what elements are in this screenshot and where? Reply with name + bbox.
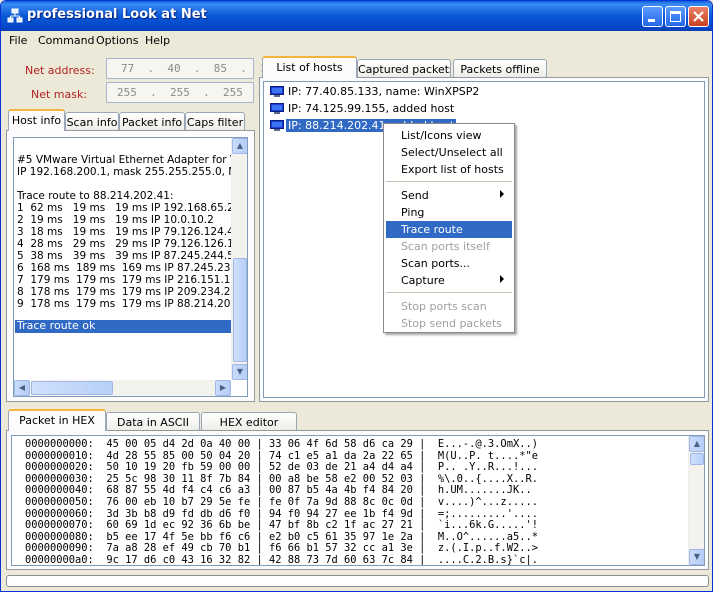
computer-icon: [270, 120, 284, 131]
menu-separator: [386, 181, 512, 182]
scroll-thumb[interactable]: [690, 453, 704, 465]
hex-row[interactable]: 0000000000: 45 00 05 d4 2d 0a 40 00 | 33…: [25, 439, 685, 451]
menu-item-stop-ports-scan: Stop ports scan: [401, 300, 487, 313]
hex-row[interactable]: 00000000a0: 9c 17 d6 c0 43 16 32 82 | 42…: [25, 554, 685, 565]
scroll-up-icon[interactable]: ▲: [232, 138, 247, 154]
menu-item-ping[interactable]: Ping: [386, 204, 512, 221]
host-info-line: #5 VMware Virtual Ethernet Adapter for V…: [17, 154, 233, 166]
menu-item-label: Capture: [401, 274, 445, 287]
scroll-up-icon[interactable]: ▲: [689, 436, 704, 452]
host-info-line: IP 192.168.200.1, mask 255.255.255.0, MA…: [17, 166, 233, 178]
menu-command[interactable]: Command: [38, 34, 95, 47]
maximize-icon: [670, 11, 681, 22]
tab-caps-filter[interactable]: Caps filter: [185, 112, 245, 132]
host-info-vscroll[interactable]: ▲ ▼: [231, 138, 247, 380]
net-mask-field[interactable]: 255 . 255 . 255 . 255: [106, 82, 296, 103]
tab-packets-offline[interactable]: Packets offline: [453, 59, 547, 79]
menu-item-label: Send: [401, 189, 429, 202]
title-bar[interactable]: professional Look at Net: [1, 1, 712, 31]
menu-item-trace-route[interactable]: Trace route: [386, 221, 512, 238]
hex-row[interactable]: 0000000050: 76 00 eb 10 b7 29 5e fe | fe…: [25, 496, 685, 509]
minimize-button[interactable]: [642, 6, 663, 27]
menu-item-scan-ports[interactable]: Scan ports...: [386, 255, 512, 272]
hex-row[interactable]: 0000000070: 60 69 1d ec 92 36 6b be | 47…: [25, 520, 685, 532]
host-info-text[interactable]: #5 VMware Virtual Ethernet Adapter for V…: [13, 137, 248, 397]
scroll-left-icon[interactable]: ◀: [14, 380, 30, 396]
scroll-right-icon[interactable]: ▶: [215, 380, 231, 396]
host-label: IP: 77.40.85.133, name: WinXPSP2: [288, 85, 480, 98]
menu-item-export-list[interactable]: Export list of hosts: [386, 161, 512, 178]
submenu-arrow-icon: [500, 275, 504, 283]
tab-host-info[interactable]: Host info: [8, 109, 65, 131]
tab-captured-packets[interactable]: Captured packets: [357, 59, 451, 79]
progress-bar: [6, 575, 709, 587]
scroll-down-icon[interactable]: ▼: [689, 549, 704, 565]
host-info-line: Trace route to 88.214.202.41:: [17, 190, 174, 202]
menu-options[interactable]: Options: [96, 34, 138, 47]
minimize-icon: [648, 19, 655, 22]
tab-hex-editor[interactable]: HEX editor: [201, 412, 297, 432]
menu-help[interactable]: Help: [145, 34, 170, 47]
tab-data-in-ascii[interactable]: Data in ASCII: [106, 412, 200, 432]
close-button[interactable]: [688, 6, 709, 27]
host-info-line: 4 28 ms 29 ms 29 ms IP 79.126.126.154: [17, 238, 233, 250]
menu-item-scan-ports-itself: Scan ports itself: [401, 240, 490, 253]
window-title: professional Look at Net: [27, 7, 207, 22]
tab-packet-in-hex[interactable]: Packet in HEX: [8, 409, 106, 431]
computer-icon: [270, 86, 284, 97]
tab-scan-info[interactable]: Scan info: [65, 112, 119, 132]
host-info-line: 1 62 ms 19 ms 19 ms IP 192.168.65.200: [17, 202, 233, 214]
net-address-field[interactable]: 77 . 40 . 85 . 133: [106, 58, 280, 79]
close-icon: [693, 11, 704, 22]
host-info-line: 2 19 ms 19 ms 19 ms IP 10.0.10.2: [17, 214, 214, 226]
net-address-label: Net address:: [25, 64, 95, 77]
maximize-button[interactable]: [665, 6, 686, 27]
selected-line[interactable]: Trace route ok: [15, 320, 231, 333]
hex-view[interactable]: 0000000000: 45 00 05 d4 2d 0a 40 00 | 33…: [11, 435, 705, 566]
menu-item-select-unselect-all[interactable]: Select/Unselect all: [386, 144, 512, 161]
menu-item-send[interactable]: Send: [386, 187, 512, 204]
host-info-line: [17, 178, 233, 190]
menu-item-stop-send-packets: Stop send packets: [401, 317, 503, 330]
main-window: professional Look at Net File Command Op…: [0, 0, 713, 592]
scroll-down-icon[interactable]: ▼: [232, 364, 247, 380]
context-menu: List/Icons view Select/Unselect all Expo…: [383, 123, 515, 333]
host-info-line: 8 178 ms 179 ms 179 ms IP 209.234.254.4: [17, 286, 233, 298]
host-info-line: 7 179 ms 179 ms 179 ms IP 216.151.179.2: [17, 274, 233, 286]
host-info-line: 9 178 ms 179 ms 179 ms IP 88.214.202.41: [17, 298, 233, 310]
menu-bar: File Command Options Help: [1, 31, 712, 51]
menu-file[interactable]: File: [9, 34, 27, 47]
menu-item-capture[interactable]: Capture: [386, 272, 512, 289]
host-info-line: 6 168 ms 189 ms 169 ms IP 87.245.233.11: [17, 262, 233, 274]
host-info-line: 5 38 ms 39 ms 39 ms IP 87.245.244.5: [17, 250, 233, 262]
submenu-arrow-icon: [500, 190, 504, 198]
host-label: IP: 74.125.99.155, added host: [288, 102, 455, 115]
host-info-line: 3 18 ms 19 ms 19 ms IP 79.126.124.49: [17, 226, 233, 238]
hex-vscroll[interactable]: ▲ ▼: [688, 436, 704, 565]
hex-rows: 0000000000: 45 00 05 d4 2d 0a 40 00 | 33…: [25, 439, 685, 565]
host-info-lines: #5 VMware Virtual Ethernet Adapter for V…: [17, 142, 233, 310]
network-app-icon: [7, 8, 23, 23]
host-info-line: [17, 142, 233, 154]
hscroll-thumb[interactable]: [31, 381, 113, 395]
menu-item-list-icons-view[interactable]: List/Icons view: [386, 127, 512, 144]
tab-list-of-hosts[interactable]: List of hosts: [262, 56, 357, 78]
host-info-hscroll[interactable]: ◀ ▶: [14, 380, 231, 396]
net-mask-label: Net mask:: [31, 88, 88, 101]
tab-packet-info[interactable]: Packet info: [119, 112, 185, 132]
computer-icon: [270, 103, 284, 114]
menu-separator: [386, 292, 512, 293]
scroll-thumb[interactable]: [233, 258, 247, 362]
